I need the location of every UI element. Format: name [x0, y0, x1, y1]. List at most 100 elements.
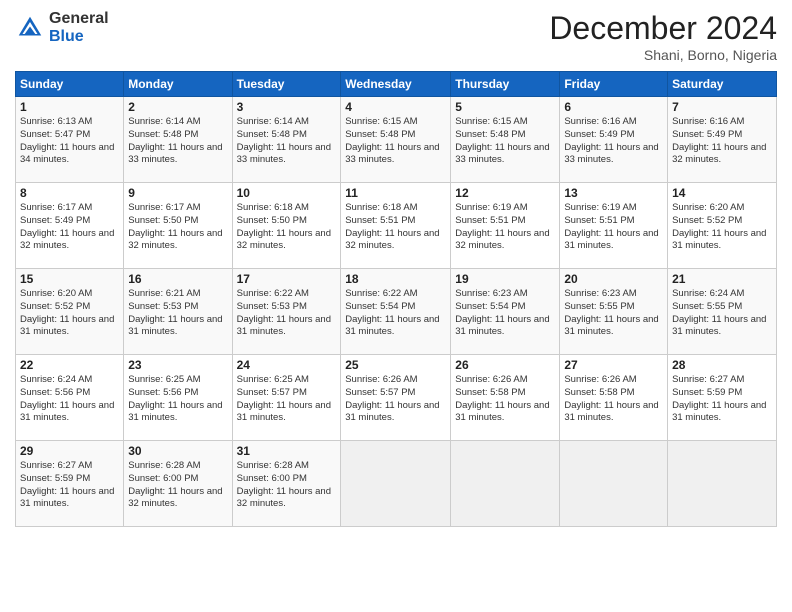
header: General Blue December 2024 Shani, Borno,…: [15, 10, 777, 63]
calendar-cell: [451, 441, 560, 527]
day-number: 31: [237, 444, 337, 458]
day-number: 5: [455, 100, 555, 114]
day-number: 16: [128, 272, 227, 286]
day-info: Sunrise: 6:26 AM Sunset: 5:58 PM Dayligh…: [564, 374, 663, 425]
day-info: Sunrise: 6:16 AM Sunset: 5:49 PM Dayligh…: [672, 116, 772, 167]
calendar-table: Sunday Monday Tuesday Wednesday Thursday…: [15, 71, 777, 527]
calendar-cell: 15Sunrise: 6:20 AM Sunset: 5:52 PM Dayli…: [16, 269, 124, 355]
calendar-cell: [560, 441, 668, 527]
day-info: Sunrise: 6:19 AM Sunset: 5:51 PM Dayligh…: [455, 202, 555, 253]
day-number: 23: [128, 358, 227, 372]
day-info: Sunrise: 6:23 AM Sunset: 5:55 PM Dayligh…: [564, 288, 663, 339]
day-number: 1: [20, 100, 119, 114]
day-info: Sunrise: 6:24 AM Sunset: 5:55 PM Dayligh…: [672, 288, 772, 339]
calendar-cell: 16 Sunrise: 6:21 AM Sunset: 5:53 PM Dayli…: [124, 269, 232, 355]
calendar-cell: 1 Sunrise: 6:13 AM Sunset: 5:47 PM Daylig…: [16, 97, 124, 183]
day-number: 4: [345, 100, 446, 114]
calendar-cell: 21 Sunrise: 6:24 AM Sunset: 5:55 PM Dayli…: [668, 269, 777, 355]
day-info: Sunrise: 6:20 AM Sunset: 5:52 PM Dayligh…: [672, 202, 772, 253]
day-number: 28: [672, 358, 772, 372]
day-info: Sunrise: 6:28 AM Sunset: 6:00 PM Dayligh…: [237, 460, 337, 511]
calendar-body: 1 Sunrise: 6:13 AM Sunset: 5:47 PM Daylig…: [16, 97, 777, 527]
col-tuesday: Tuesday: [232, 72, 341, 97]
col-thursday: Thursday: [451, 72, 560, 97]
calendar-cell: 20Sunrise: 6:23 AM Sunset: 5:55 PM Dayli…: [560, 269, 668, 355]
day-info: Sunrise: 6:23 AM Sunset: 5:54 PM Dayligh…: [455, 288, 555, 339]
day-info: Sunrise: 6:13 AM Sunset: 5:47 PM Dayligh…: [20, 116, 119, 167]
calendar-cell: 2Sunrise: 6:14 AM Sunset: 5:48 PM Daylig…: [124, 97, 232, 183]
calendar-cell: 5 Sunrise: 6:15 AM Sunset: 5:48 PM Daylig…: [451, 97, 560, 183]
day-number: 6: [564, 100, 663, 114]
col-friday: Friday: [560, 72, 668, 97]
calendar-cell: 31 Sunrise: 6:28 AM Sunset: 6:00 PM Dayli…: [232, 441, 341, 527]
page-subtitle: Shani, Borno, Nigeria: [549, 47, 777, 63]
day-number: 21: [672, 272, 772, 286]
header-row: Sunday Monday Tuesday Wednesday Thursday…: [16, 72, 777, 97]
calendar-cell: 13 Sunrise: 6:19 AM Sunset: 5:51 PM Dayli…: [560, 183, 668, 269]
calendar-cell: 7Sunrise: 6:16 AM Sunset: 5:49 PM Daylig…: [668, 97, 777, 183]
day-info: Sunrise: 6:24 AM Sunset: 5:56 PM Dayligh…: [20, 374, 119, 425]
day-info: Sunrise: 6:21 AM Sunset: 5:53 PM Dayligh…: [128, 288, 227, 339]
day-number: 14: [672, 186, 772, 200]
day-info: Sunrise: 6:15 AM Sunset: 5:48 PM Dayligh…: [455, 116, 555, 167]
calendar-cell: 11 Sunrise: 6:18 AM Sunset: 5:51 PM Dayli…: [341, 183, 451, 269]
day-number: 24: [237, 358, 337, 372]
calendar-header: Sunday Monday Tuesday Wednesday Thursday…: [16, 72, 777, 97]
day-info: Sunrise: 6:22 AM Sunset: 5:53 PM Dayligh…: [237, 288, 337, 339]
day-number: 29: [20, 444, 119, 458]
calendar-week-1: 1 Sunrise: 6:13 AM Sunset: 5:47 PM Daylig…: [16, 97, 777, 183]
col-sunday: Sunday: [16, 72, 124, 97]
day-number: 15: [20, 272, 119, 286]
day-number: 11: [345, 186, 446, 200]
calendar-cell: [668, 441, 777, 527]
col-monday: Monday: [124, 72, 232, 97]
day-info: Sunrise: 6:25 AM Sunset: 5:56 PM Dayligh…: [128, 374, 227, 425]
day-number: 19: [455, 272, 555, 286]
calendar-cell: 4 Sunrise: 6:15 AM Sunset: 5:48 PM Daylig…: [341, 97, 451, 183]
logo-blue-text: Blue: [49, 28, 109, 46]
calendar-week-4: 22 Sunrise: 6:24 AM Sunset: 5:56 PM Dayli…: [16, 355, 777, 441]
calendar-cell: 19 Sunrise: 6:23 AM Sunset: 5:54 PM Dayli…: [451, 269, 560, 355]
logo-icon: [15, 13, 45, 43]
day-info: Sunrise: 6:14 AM Sunset: 5:48 PM Dayligh…: [128, 116, 227, 167]
page: General Blue December 2024 Shani, Borno,…: [0, 0, 792, 612]
day-number: 26: [455, 358, 555, 372]
calendar-cell: [341, 441, 451, 527]
day-info: Sunrise: 6:18 AM Sunset: 5:51 PM Dayligh…: [345, 202, 446, 253]
day-number: 10: [237, 186, 337, 200]
day-info: Sunrise: 6:19 AM Sunset: 5:51 PM Dayligh…: [564, 202, 663, 253]
calendar-cell: 14 Sunrise: 6:20 AM Sunset: 5:52 PM Dayli…: [668, 183, 777, 269]
day-info: Sunrise: 6:28 AM Sunset: 6:00 PM Dayligh…: [128, 460, 227, 511]
day-info: Sunrise: 6:25 AM Sunset: 5:57 PM Dayligh…: [237, 374, 337, 425]
col-wednesday: Wednesday: [341, 72, 451, 97]
day-info: Sunrise: 6:18 AM Sunset: 5:50 PM Dayligh…: [237, 202, 337, 253]
day-number: 30: [128, 444, 227, 458]
calendar-week-5: 29 Sunrise: 6:27 AM Sunset: 5:59 PM Dayli…: [16, 441, 777, 527]
calendar-week-3: 15Sunrise: 6:20 AM Sunset: 5:52 PM Dayli…: [16, 269, 777, 355]
calendar-cell: 6Sunrise: 6:16 AM Sunset: 5:49 PM Daylig…: [560, 97, 668, 183]
day-number: 27: [564, 358, 663, 372]
day-number: 9: [128, 186, 227, 200]
day-number: 8: [20, 186, 119, 200]
day-number: 12: [455, 186, 555, 200]
logo-general-text: General: [49, 10, 109, 28]
calendar-cell: 27 Sunrise: 6:26 AM Sunset: 5:58 PM Dayli…: [560, 355, 668, 441]
day-number: 13: [564, 186, 663, 200]
calendar-cell: 28Sunrise: 6:27 AM Sunset: 5:59 PM Dayli…: [668, 355, 777, 441]
calendar-cell: 22 Sunrise: 6:24 AM Sunset: 5:56 PM Dayli…: [16, 355, 124, 441]
day-number: 25: [345, 358, 446, 372]
day-number: 22: [20, 358, 119, 372]
logo-text: General Blue: [49, 10, 109, 45]
day-info: Sunrise: 6:15 AM Sunset: 5:48 PM Dayligh…: [345, 116, 446, 167]
logo: General Blue: [15, 10, 109, 45]
col-saturday: Saturday: [668, 72, 777, 97]
calendar-cell: 23 Sunrise: 6:25 AM Sunset: 5:56 PM Dayli…: [124, 355, 232, 441]
day-info: Sunrise: 6:17 AM Sunset: 5:50 PM Dayligh…: [128, 202, 227, 253]
day-number: 17: [237, 272, 337, 286]
calendar-cell: 9 Sunrise: 6:17 AM Sunset: 5:50 PM Daylig…: [124, 183, 232, 269]
day-info: Sunrise: 6:14 AM Sunset: 5:48 PM Dayligh…: [237, 116, 337, 167]
title-block: December 2024 Shani, Borno, Nigeria: [549, 10, 777, 63]
day-info: Sunrise: 6:27 AM Sunset: 5:59 PM Dayligh…: [20, 460, 119, 511]
calendar-cell: 12 Sunrise: 6:19 AM Sunset: 5:51 PM Dayli…: [451, 183, 560, 269]
calendar-cell: 25Sunrise: 6:26 AM Sunset: 5:57 PM Dayli…: [341, 355, 451, 441]
